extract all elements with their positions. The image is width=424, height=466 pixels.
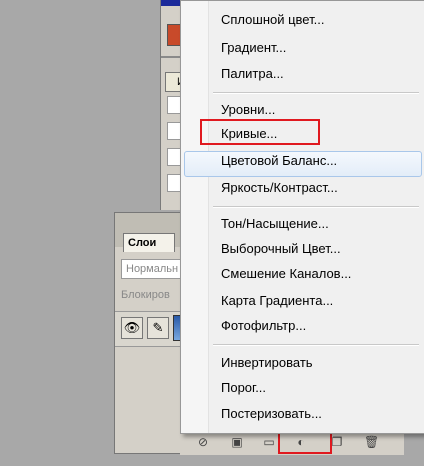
eye-icon[interactable]: 👁 <box>121 317 143 339</box>
tab-layers[interactable]: Слои <box>123 233 175 252</box>
menu-icon-strip <box>181 1 209 433</box>
trash-icon[interactable]: 🗑 <box>364 435 379 449</box>
folder-icon[interactable]: ▭ <box>262 435 276 449</box>
menu-separator <box>213 344 419 346</box>
curves-highlight-box <box>200 119 320 145</box>
menu-item-color-balance[interactable]: Цветовой Баланс... <box>221 150 337 172</box>
menu-item-selective-color[interactable]: Выборочный Цвет... <box>221 238 341 260</box>
menu-item-hue-saturation[interactable]: Тон/Насыщение... <box>221 213 329 235</box>
new-layer-icon[interactable]: ❐ <box>330 435 344 449</box>
menu-item-brightness-contrast[interactable]: Яркость/Контраст... <box>221 177 338 199</box>
menu-item-invert[interactable]: Инвертировать <box>221 352 313 374</box>
layer-mask-icon[interactable]: ▣ <box>230 435 244 449</box>
menu-item-levels[interactable]: Уровни... <box>221 99 275 121</box>
menu-item-photo-filter[interactable]: Фотофильтр... <box>221 315 306 337</box>
menu-item-pattern[interactable]: Палитра... <box>221 63 284 85</box>
brush-icon[interactable]: ✎ <box>147 317 169 339</box>
menu-item-threshold[interactable]: Порог... <box>221 377 266 399</box>
link-icon[interactable]: ⊘ <box>196 435 210 449</box>
menu-item-gradient-map[interactable]: Карта Градиента... <box>221 290 333 312</box>
menu-separator <box>213 92 419 94</box>
lock-label: Блокиров <box>121 289 170 301</box>
menu-item-solid-color[interactable]: Сплошной цвет... <box>221 9 324 31</box>
adjustment-layer-menu: Сплошной цвет... Градиент... Палитра... … <box>180 0 424 434</box>
menu-item-channel-mixer[interactable]: Смешение Каналов... <box>221 263 351 285</box>
menu-item-gradient[interactable]: Градиент... <box>221 37 286 59</box>
menu-separator <box>213 206 419 208</box>
menu-item-posterize[interactable]: Постеризовать... <box>221 403 322 425</box>
